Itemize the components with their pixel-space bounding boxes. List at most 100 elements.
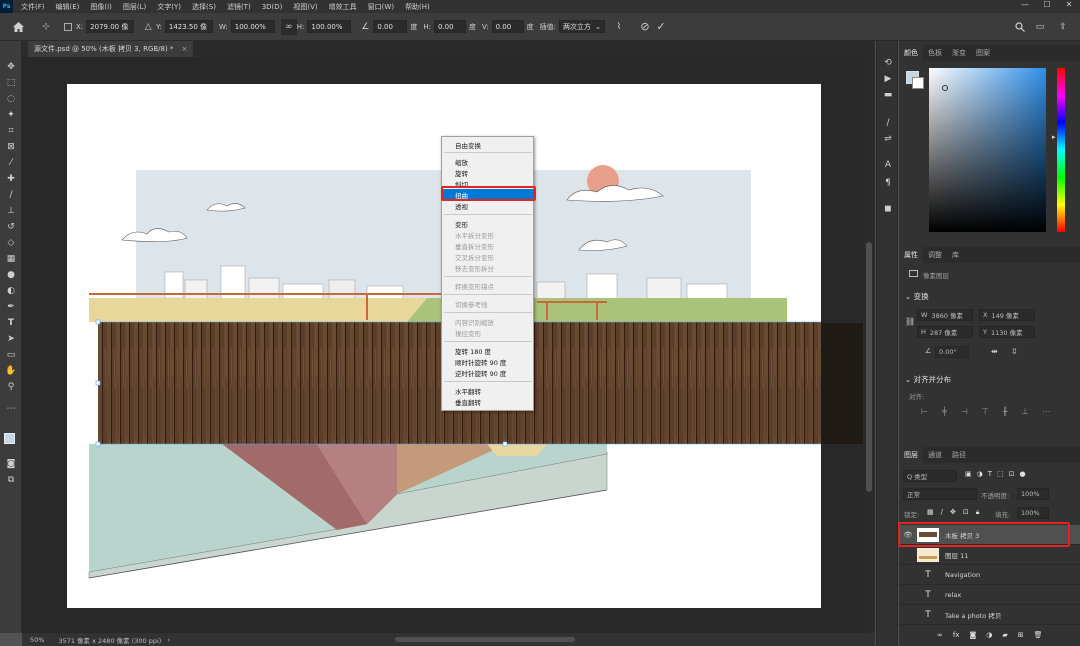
- fill-input[interactable]: 100%: [1017, 507, 1049, 519]
- blur-tool-icon[interactable]: ●: [3, 268, 19, 282]
- flip-vertical-icon[interactable]: ⇳: [1011, 347, 1018, 356]
- menu-plugins[interactable]: 增效工具: [329, 2, 357, 12]
- stamp-tool-icon[interactable]: ⊥: [3, 204, 19, 218]
- gradient-tool-icon[interactable]: ▦: [3, 252, 19, 266]
- tab-patterns[interactable]: 图案: [971, 45, 995, 61]
- link-layers-icon[interactable]: ∞: [937, 631, 943, 639]
- brush-presets-icon[interactable]: ⇌: [881, 132, 895, 146]
- hue-slider-pointer[interactable]: ▸: [1052, 133, 1056, 141]
- horizontal-scroll-thumb[interactable]: [395, 637, 575, 642]
- delete-layer-icon[interactable]: 🗑︎: [1034, 631, 1043, 639]
- prop-y-field[interactable]: Y 1130 像素: [979, 326, 1035, 338]
- lock-position-icon[interactable]: ✥: [950, 508, 956, 517]
- minimize-button[interactable]: —: [1014, 0, 1036, 9]
- layer-row-take-a-photo[interactable]: T Take a photo 拷贝: [899, 605, 1080, 625]
- new-group-icon[interactable]: ▰: [1002, 631, 1007, 639]
- filter-adjustment-icon[interactable]: ◑: [977, 470, 983, 478]
- lock-transparent-icon[interactable]: ▦: [927, 508, 934, 517]
- menu-help[interactable]: 帮助(H): [405, 2, 430, 12]
- tab-properties[interactable]: 属性: [899, 247, 923, 263]
- menu-layer[interactable]: 图层(L): [123, 2, 146, 12]
- width-input[interactable]: 100.00%: [230, 20, 275, 33]
- hand-tool-icon[interactable]: ✋: [3, 364, 19, 378]
- filter-toggle-icon[interactable]: ●: [1020, 470, 1026, 478]
- tab-adjustments[interactable]: 调整: [923, 247, 947, 263]
- prop-height-field[interactable]: H 287 像素: [917, 326, 973, 338]
- path-select-icon[interactable]: ➤: [3, 332, 19, 346]
- menu-image[interactable]: 图像(I): [90, 2, 112, 12]
- align-top-icon[interactable]: ⊤: [982, 407, 989, 416]
- prop-width-field[interactable]: W 3860 像素: [917, 309, 973, 321]
- move-tool-icon[interactable]: ✥: [3, 60, 19, 74]
- menu-item-content-aware-scale[interactable]: 内容识别缩放: [455, 317, 494, 327]
- quick-mask-icon[interactable]: ◙: [3, 457, 19, 471]
- swatches-library-icon[interactable]: ◼: [881, 202, 895, 216]
- prop-x-field[interactable]: X 149 像素: [979, 309, 1035, 321]
- tab-swatches[interactable]: 色板: [923, 45, 947, 61]
- brush-settings-icon[interactable]: ∕: [881, 116, 895, 130]
- align-right-icon[interactable]: ⊣: [961, 407, 968, 416]
- menu-item-puppet-warp[interactable]: 操控变形: [455, 328, 481, 338]
- menu-type[interactable]: 文字(Y): [157, 2, 181, 12]
- menu-item-split-warp-vertical[interactable]: 垂直拆分变形: [455, 241, 494, 251]
- history-panel-icon[interactable]: ⟲: [881, 56, 895, 70]
- fx-icon[interactable]: fx: [953, 631, 960, 639]
- height-input[interactable]: 100.00%: [307, 20, 352, 33]
- brush-tool-icon[interactable]: ∕: [3, 188, 19, 202]
- color-picker-field[interactable]: [929, 68, 1046, 232]
- zoom-level[interactable]: 50%: [30, 636, 44, 644]
- more-align-icon[interactable]: ⋯: [1043, 407, 1051, 416]
- menu-item-rotate-90-ccw[interactable]: 逆时针旋转 90 度: [455, 368, 506, 378]
- menu-view[interactable]: 视图(V): [293, 2, 317, 12]
- commit-transform-icon[interactable]: ✓: [653, 19, 669, 35]
- close-tab-icon[interactable]: ×: [181, 45, 187, 53]
- layer-row-navigation[interactable]: T Navigation: [899, 565, 1080, 585]
- interpolation-select[interactable]: 两次立方 ⌄: [558, 20, 605, 33]
- blend-mode-select[interactable]: 正常: [903, 488, 977, 500]
- lock-pixels-icon[interactable]: ∕: [941, 508, 943, 517]
- adjustment-layer-icon[interactable]: ◑: [986, 631, 992, 639]
- link-icon[interactable]: ∞: [280, 18, 297, 35]
- close-window-button[interactable]: ✕: [1058, 0, 1080, 9]
- magic-wand-icon[interactable]: ✦: [3, 108, 19, 122]
- menu-item-remove-warp-split[interactable]: 移去变形拆分: [455, 263, 494, 273]
- new-layer-icon[interactable]: ⊞: [1018, 631, 1024, 639]
- filter-type-icon[interactable]: T: [988, 470, 992, 478]
- opacity-input[interactable]: 100%: [1017, 488, 1049, 500]
- filter-smart-icon[interactable]: ⊡: [1009, 470, 1015, 478]
- reference-point-icon[interactable]: ⊹: [38, 19, 54, 35]
- maximize-button[interactable]: ☐: [1036, 0, 1058, 9]
- menu-file[interactable]: 文件(F): [21, 2, 45, 12]
- menu-item-rotate-90-cw[interactable]: 顺时针旋转 90 度: [455, 357, 506, 367]
- lock-all-icon[interactable]: 🔒︎: [976, 508, 980, 517]
- menu-item-convert-warp-anchor[interactable]: 转换变形锚点: [455, 281, 494, 291]
- tab-layers[interactable]: 图层: [899, 447, 923, 463]
- hskew-input[interactable]: 0.00: [434, 20, 466, 33]
- chevron-right-icon[interactable]: ›: [167, 636, 170, 644]
- cancel-transform-icon[interactable]: ⊘: [637, 19, 653, 35]
- menu-3d[interactable]: 3D(D): [262, 3, 283, 11]
- layer-row-relax[interactable]: T relax: [899, 585, 1080, 605]
- home-icon[interactable]: [10, 19, 26, 35]
- y-input[interactable]: 1423.50 像: [164, 20, 213, 33]
- filter-shape-icon[interactable]: ⬚: [997, 470, 1004, 478]
- align-center-v-icon[interactable]: ╫: [1003, 407, 1008, 416]
- menu-select[interactable]: 选择(S): [192, 2, 216, 12]
- menu-item-toggle-guides[interactable]: 切换参考线: [455, 299, 488, 309]
- more-tools-icon[interactable]: ⋯: [3, 402, 19, 416]
- tab-libraries[interactable]: 库: [947, 247, 964, 263]
- actions-panel-icon[interactable]: ▶: [881, 72, 895, 86]
- hue-slider[interactable]: [1057, 68, 1065, 232]
- tab-channels[interactable]: 通道: [923, 447, 947, 463]
- x-input[interactable]: 2079.00 像: [86, 20, 135, 33]
- prop-angle-field[interactable]: 0.00°: [935, 346, 969, 358]
- workspace-icon[interactable]: ▭: [1032, 19, 1048, 35]
- lasso-tool-icon[interactable]: ◌: [3, 92, 19, 106]
- lock-artboard-icon[interactable]: ⊡: [963, 508, 969, 517]
- align-center-h-icon[interactable]: ╪: [942, 407, 947, 416]
- align-left-icon[interactable]: ⊢: [921, 407, 928, 416]
- reference-toggle-checkbox[interactable]: [60, 19, 76, 35]
- eraser-tool-icon[interactable]: ◇: [3, 236, 19, 250]
- add-mask-icon[interactable]: ◙: [969, 631, 976, 639]
- menu-item-split-warp-crosswise[interactable]: 交叉拆分变形: [455, 252, 494, 262]
